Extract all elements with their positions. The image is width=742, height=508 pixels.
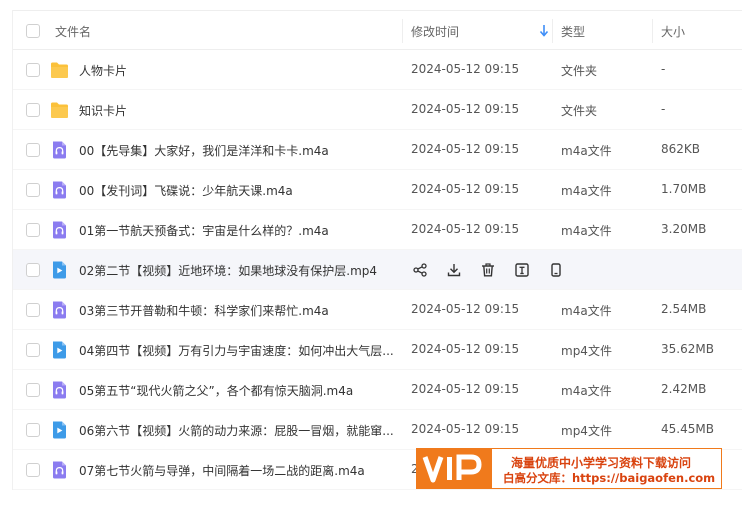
- file-modified-date: 2024-05-12 09:15: [411, 302, 520, 316]
- table-row[interactable]: 04第四节【视频】万有引力与宇宙速度：如何冲出大气层... 2024-05-12 …: [13, 330, 742, 370]
- table-row[interactable]: 02第二节【视频】近地环境：如果地球没有保护层.mp4: [13, 250, 742, 290]
- row-checkbox[interactable]: [26, 343, 40, 357]
- column-divider[interactable]: [552, 19, 553, 43]
- folder-icon: [50, 61, 69, 79]
- vip-logo: [417, 449, 492, 488]
- rename-icon[interactable]: [513, 260, 531, 280]
- file-size: 1.70MB: [661, 182, 707, 196]
- row-checkbox[interactable]: [26, 63, 40, 77]
- more-icon[interactable]: [547, 260, 565, 280]
- file-name[interactable]: 07第七节火箭与导弹，中间隔着一场二战的距离.m4a: [79, 462, 399, 479]
- column-header-type[interactable]: 类型: [561, 23, 585, 40]
- column-header-date[interactable]: 修改时间: [411, 23, 459, 40]
- table-row[interactable]: 00【先导集】大家好，我们是洋洋和卡卡.m4a 2024-05-12 09:15 m…: [13, 130, 742, 170]
- file-modified-date: 2024-05-12 09:15: [411, 382, 520, 396]
- watermark-line-1: 海量优质中小学学习资料下载访问: [511, 456, 692, 470]
- file-type: mp4文件: [561, 424, 612, 438]
- column-divider[interactable]: [652, 19, 653, 43]
- table-row[interactable]: 人物卡片 2024-05-12 09:15 文件夹 -: [13, 50, 742, 90]
- row-checkbox[interactable]: [26, 183, 40, 197]
- file-type: mp4文件: [561, 344, 612, 358]
- audio-file-icon: [50, 461, 69, 479]
- audio-file-icon: [50, 181, 69, 199]
- table-row[interactable]: 知识卡片 2024-05-12 09:15 文件夹 -: [13, 90, 742, 130]
- row-checkbox[interactable]: [26, 143, 40, 157]
- audio-file-icon: [50, 141, 69, 159]
- video-file-icon: [50, 261, 69, 279]
- file-modified-date: 2024-05-12 09:15: [411, 222, 520, 236]
- file-list-table: 文件名 修改时间 类型 大小 人物卡片 2024-05-12 09:15 文件夹 - 知…: [12, 10, 742, 490]
- file-name[interactable]: 05第五节“现代火箭之父”，各个都有惊天脑洞.m4a: [79, 382, 399, 399]
- file-type: m4a文件: [561, 224, 612, 238]
- watermark-banner: 海量优质中小学学习资料下载访问 白高分文库：https://baigaofen.…: [416, 448, 722, 489]
- top-breadcrumb-fragment: [0, 0, 742, 6]
- download-icon[interactable]: [445, 260, 463, 280]
- file-name[interactable]: 04第四节【视频】万有引力与宇宙速度：如何冲出大气层...: [79, 342, 399, 359]
- share-icon[interactable]: [411, 260, 429, 280]
- file-type: 文件夹: [561, 104, 598, 118]
- file-type: m4a文件: [561, 184, 612, 198]
- file-modified-date: 2024-05-12 09:15: [411, 422, 520, 436]
- file-type: m4a文件: [561, 144, 612, 158]
- file-size: 35.62MB: [661, 342, 714, 356]
- file-size: 45.45MB: [661, 422, 714, 436]
- row-checkbox[interactable]: [26, 463, 40, 477]
- file-type: m4a文件: [561, 384, 612, 398]
- file-modified-date: 2024-05-12 09:15: [411, 182, 520, 196]
- sort-desc-icon[interactable]: [539, 24, 549, 37]
- row-checkbox[interactable]: [26, 383, 40, 397]
- audio-file-icon: [50, 381, 69, 399]
- column-header-name[interactable]: 文件名: [55, 23, 91, 40]
- file-name[interactable]: 00【发刊词】飞碟说：少年航天课.m4a: [79, 182, 399, 199]
- row-checkbox[interactable]: [26, 423, 40, 437]
- table-row[interactable]: 03第三节开普勒和牛顿：科学家们来帮忙.m4a 2024-05-12 09:15 m…: [13, 290, 742, 330]
- file-size: 2.42MB: [661, 382, 707, 396]
- file-size: -: [661, 102, 666, 116]
- row-checkbox[interactable]: [26, 303, 40, 317]
- file-size: 862KB: [661, 142, 701, 156]
- file-name[interactable]: 00【先导集】大家好，我们是洋洋和卡卡.m4a: [79, 142, 399, 159]
- select-all-checkbox[interactable]: [26, 24, 40, 38]
- file-modified-date: 2024-05-12 09:15: [411, 62, 520, 76]
- table-row[interactable]: 00【发刊词】飞碟说：少年航天课.m4a 2024-05-12 09:15 m4a文…: [13, 170, 742, 210]
- file-name[interactable]: 06第六节【视频】火箭的动力来源：屁股一冒烟，就能窜...: [79, 422, 399, 439]
- video-file-icon: [50, 341, 69, 359]
- file-modified-date: 2024-05-12 09:15: [411, 342, 520, 356]
- watermark-line-2: 白高分文库：https://baigaofen.com: [503, 471, 716, 485]
- row-checkbox[interactable]: [26, 103, 40, 117]
- table-header: 文件名 修改时间 类型 大小: [13, 10, 742, 50]
- file-name[interactable]: 人物卡片: [79, 62, 399, 79]
- folder-icon: [50, 101, 69, 119]
- audio-file-icon: [50, 221, 69, 239]
- video-file-icon: [50, 421, 69, 439]
- table-row[interactable]: 01第一节航天预备式：宇宙是什么样的？.m4a 2024-05-12 09:15 m…: [13, 210, 742, 250]
- delete-icon[interactable]: [479, 260, 497, 280]
- file-type: 文件夹: [561, 64, 598, 78]
- table-row[interactable]: 05第五节“现代火箭之父”，各个都有惊天脑洞.m4a 2024-05-12 09:…: [13, 370, 742, 410]
- file-name[interactable]: 02第二节【视频】近地环境：如果地球没有保护层.mp4: [79, 262, 399, 279]
- file-modified-date: 2024-05-12 09:15: [411, 102, 520, 116]
- file-size: -: [661, 62, 666, 76]
- file-name[interactable]: 01第一节航天预备式：宇宙是什么样的？.m4a: [79, 222, 399, 239]
- file-size: 3.20MB: [661, 222, 707, 236]
- file-name[interactable]: 03第三节开普勒和牛顿：科学家们来帮忙.m4a: [79, 302, 399, 319]
- row-checkbox[interactable]: [26, 223, 40, 237]
- file-type: m4a文件: [561, 304, 612, 318]
- audio-file-icon: [50, 301, 69, 319]
- table-row[interactable]: 06第六节【视频】火箭的动力来源：屁股一冒烟，就能窜... 2024-05-12 …: [13, 410, 742, 450]
- file-size: 2.54MB: [661, 302, 707, 316]
- column-header-size[interactable]: 大小: [661, 23, 685, 40]
- file-name[interactable]: 知识卡片: [79, 102, 399, 119]
- row-checkbox[interactable]: [26, 263, 40, 277]
- file-modified-date: 2024-05-12 09:15: [411, 142, 520, 156]
- column-divider[interactable]: [402, 19, 403, 43]
